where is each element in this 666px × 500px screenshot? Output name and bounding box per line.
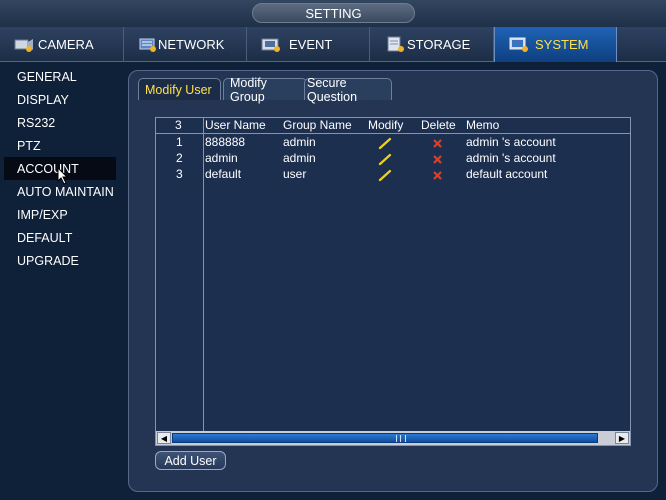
- sidebar-item-label: AUTO MAINTAIN: [17, 184, 114, 199]
- sidebar-item-label: PTZ: [17, 138, 41, 153]
- row-group-name: admin: [283, 135, 316, 149]
- header-modify: Modify: [368, 118, 404, 132]
- tab-modify-group-label: Modify Group: [230, 75, 267, 104]
- row-group-name: admin: [283, 151, 316, 165]
- horizontal-scrollbar[interactable]: ◀ ▶: [156, 431, 630, 445]
- tab-secure-question-label: Secure Question: [307, 75, 358, 104]
- tab-system[interactable]: SYSTEM: [494, 27, 617, 62]
- delete-x-icon[interactable]: [431, 169, 445, 183]
- row-index: 3: [176, 167, 183, 181]
- system-icon: [509, 36, 529, 53]
- tab-storage-label: STORAGE: [407, 37, 471, 52]
- header-count: 3: [175, 118, 182, 132]
- tab-modify-user-label: Modify User: [145, 82, 212, 97]
- storage-icon: [386, 36, 406, 53]
- tab-camera-label: CAMERA: [38, 37, 94, 52]
- modify-pencil-icon[interactable]: [378, 152, 392, 166]
- sidebar-item-label: IMP/EXP: [17, 207, 68, 222]
- scroll-right-icon[interactable]: ▶: [615, 432, 629, 444]
- sidebar-item-label: ACCOUNT: [17, 161, 79, 176]
- sidebar-item-label: DISPLAY: [17, 92, 69, 107]
- title-bar: SETTING: [0, 0, 666, 27]
- sidebar-item-upgrade[interactable]: UPGRADE: [4, 249, 116, 272]
- sidebar-item-ptz[interactable]: PTZ: [4, 134, 116, 157]
- sidebar-item-general[interactable]: GENERAL: [4, 65, 116, 88]
- tab-secure-question[interactable]: Secure Question: [304, 76, 392, 104]
- modify-pencil-icon[interactable]: [378, 136, 392, 150]
- network-icon: [138, 36, 158, 53]
- header-delete: Delete: [421, 118, 456, 132]
- row-user-name: 888888: [205, 135, 246, 149]
- event-icon: [261, 36, 281, 53]
- sidebar-item-imp-exp[interactable]: IMP/EXP: [4, 203, 116, 226]
- tab-event-label: EVENT: [289, 37, 333, 52]
- header-memo: Memo: [466, 118, 500, 132]
- modify-pencil-icon[interactable]: [378, 168, 392, 182]
- header-user-name[interactable]: User Name: [205, 118, 266, 132]
- header-group-name[interactable]: Group Name: [283, 118, 352, 132]
- delete-x-icon[interactable]: [431, 153, 445, 167]
- grip-icon: [396, 435, 406, 442]
- row-group-name: user: [283, 167, 307, 181]
- tab-network-label: NETWORK: [158, 37, 225, 52]
- sidebar-item-label: GENERAL: [17, 69, 77, 84]
- row-memo: admin 's account: [466, 135, 556, 149]
- sidebar: GENERAL DISPLAY RS232 PTZ ACCOUNT AUTO M…: [0, 63, 128, 500]
- row-index: 2: [176, 151, 183, 165]
- row-index: 1: [176, 135, 183, 149]
- scroll-left-icon[interactable]: ◀: [157, 432, 171, 444]
- sidebar-item-label: RS232: [17, 115, 56, 130]
- row-memo: default account: [466, 167, 548, 181]
- sidebar-item-label: UPGRADE: [17, 253, 79, 268]
- tab-camera[interactable]: CAMERA: [0, 27, 124, 62]
- tab-modify-group[interactable]: Modify Group: [223, 76, 307, 104]
- row-memo: admin 's account: [466, 151, 556, 165]
- delete-x-icon[interactable]: [431, 137, 445, 151]
- tab-event[interactable]: EVENT: [247, 27, 370, 62]
- camera-icon: [14, 36, 34, 53]
- sidebar-item-rs232[interactable]: RS232: [4, 111, 116, 134]
- sidebar-item-label: DEFAULT: [17, 230, 73, 245]
- row-user-name: admin: [205, 151, 238, 165]
- tab-storage[interactable]: STORAGE: [370, 27, 494, 62]
- tab-system-label: SYSTEM: [535, 37, 589, 52]
- row-user-name: default: [205, 167, 242, 181]
- mouse-cursor-icon: [57, 166, 69, 185]
- sidebar-item-default[interactable]: DEFAULT: [4, 226, 116, 249]
- tab-modify-user[interactable]: Modify User: [138, 78, 221, 100]
- tab-network[interactable]: NETWORK: [124, 27, 247, 62]
- add-user-button[interactable]: Add User: [155, 451, 226, 470]
- scrollbar-thumb[interactable]: [172, 433, 598, 443]
- window-title: SETTING: [252, 3, 415, 23]
- sidebar-item-display[interactable]: DISPLAY: [4, 88, 116, 111]
